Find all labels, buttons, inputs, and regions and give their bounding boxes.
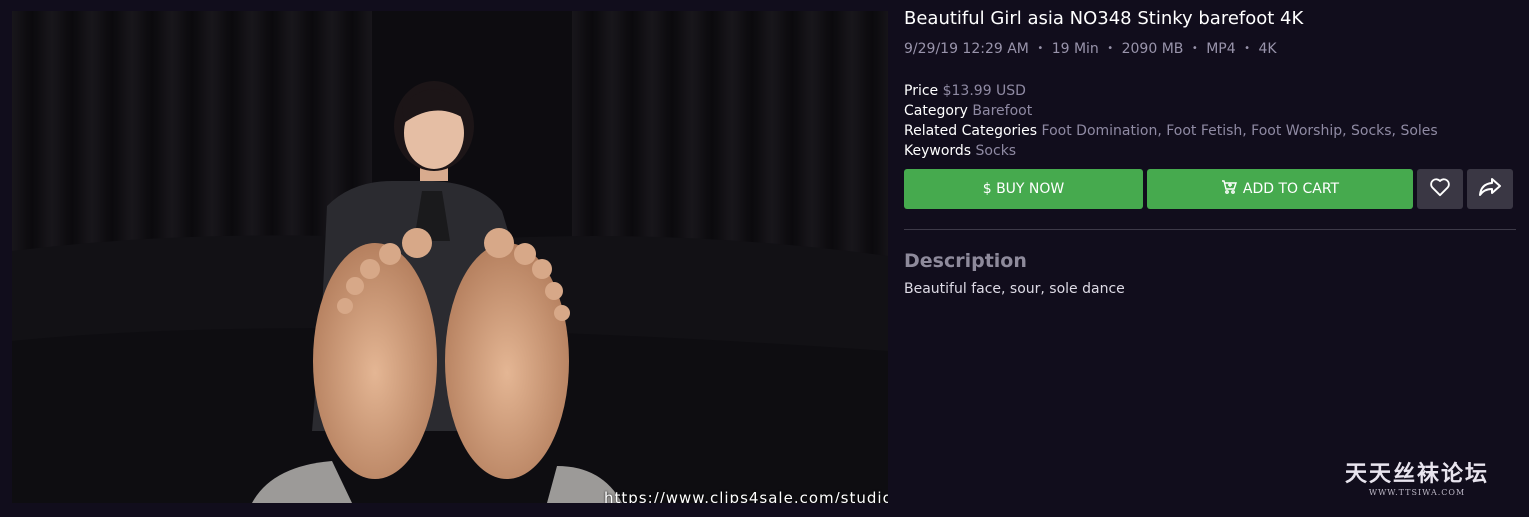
product-properties: Price $13.99 USD Category Barefoot Relat… xyxy=(904,81,1516,161)
site-watermark-name: 天天丝袜论坛 xyxy=(1344,461,1489,487)
video-preview[interactable]: https://www.clips4sale.com/studio/1197 xyxy=(12,11,888,503)
category-row: Category Barefoot xyxy=(904,101,1516,121)
product-title: Beautiful Girl asia NO348 Stinky barefoo… xyxy=(904,8,1304,29)
add-to-cart-button[interactable]: ADD TO CART xyxy=(1147,169,1413,209)
meta-separator: • xyxy=(1107,43,1114,54)
buy-now-button[interactable]: $ BUY NOW xyxy=(904,169,1143,209)
keywords-link[interactable]: Socks xyxy=(976,143,1017,159)
video-thumbnail-image xyxy=(12,11,888,503)
price-value: $13.99 USD xyxy=(942,83,1026,99)
product-meta: 9/29/19 12:29 AM • 19 Min • 2090 MB • MP… xyxy=(904,39,1516,61)
meta-format: MP4 xyxy=(1206,41,1236,57)
action-bar: $ BUY NOW ADD TO CART xyxy=(904,169,1516,209)
related-categories-row: Related Categories Foot Domination, Foot… xyxy=(904,121,1516,141)
share-icon xyxy=(1478,177,1502,201)
category-label: Category xyxy=(904,103,968,119)
favorite-button[interactable] xyxy=(1417,169,1463,209)
meta-separator: • xyxy=(1191,43,1198,54)
product-info: Beautiful Girl asia NO348 Stinky barefoo… xyxy=(904,6,1516,297)
price-label: Price xyxy=(904,83,939,99)
keywords-row: Keywords Socks xyxy=(904,141,1516,161)
price-row: Price $13.99 USD xyxy=(904,81,1516,101)
cart-icon xyxy=(1221,180,1237,198)
heart-icon xyxy=(1429,177,1451,201)
category-link[interactable]: Barefoot xyxy=(972,103,1032,119)
site-watermark: 天天丝袜论坛 WWW.TTSIWA.COM xyxy=(1345,456,1489,497)
meta-separator: • xyxy=(1037,43,1044,54)
meta-duration: 19 Min xyxy=(1051,41,1099,57)
meta-separator: • xyxy=(1244,43,1250,54)
meta-date: 9/29/19 12:29 AM xyxy=(904,41,1029,57)
related-categories-label: Related Categories xyxy=(904,123,1038,139)
buy-now-label: $ BUY NOW xyxy=(982,181,1065,197)
meta-size: 2090 MB xyxy=(1121,41,1184,57)
site-watermark-domain: WWW.TTSIWA.COM xyxy=(1368,488,1466,497)
description-text: Beautiful face, sour, sole dance xyxy=(904,281,1125,297)
divider xyxy=(904,229,1516,230)
meta-quality: 4K xyxy=(1258,41,1277,57)
keywords-label: Keywords xyxy=(904,143,972,159)
add-to-cart-label: ADD TO CART xyxy=(1242,181,1340,197)
share-button[interactable] xyxy=(1467,169,1513,209)
video-watermark-url: https://www.clips4sale.com/studio/1197 xyxy=(604,489,888,503)
related-categories-links[interactable]: Foot Domination, Foot Fetish, Foot Worsh… xyxy=(1042,123,1438,139)
description-heading: Description xyxy=(904,250,1027,272)
